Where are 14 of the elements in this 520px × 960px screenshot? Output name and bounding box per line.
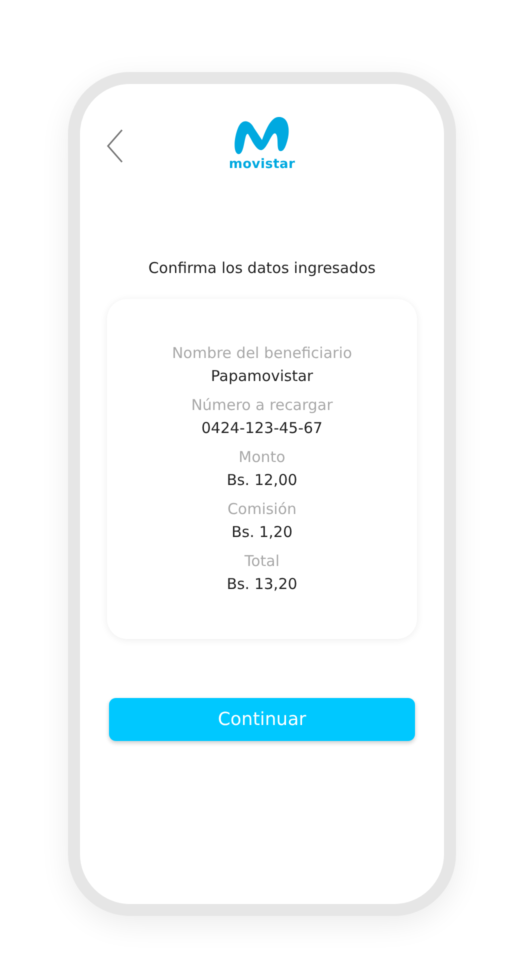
continue-button[interactable]: Continuar	[109, 698, 415, 741]
page-title: Confirma los datos ingresados	[148, 259, 376, 277]
logo-wordmark: movistar	[228, 158, 296, 172]
detail-value: Bs. 13,20	[226, 574, 298, 595]
detail-label: Monto	[238, 447, 286, 467]
detail-label: Comisión	[227, 499, 297, 519]
detail-label: Nombre del beneficiario	[172, 343, 352, 363]
back-icon[interactable]	[106, 129, 124, 163]
detail-label: Número a recargar	[191, 395, 333, 415]
detail-value: Bs. 1,20	[231, 522, 293, 543]
detail-value: 0424-123-45-67	[201, 418, 323, 439]
detail-value: Bs. 12,00	[226, 470, 298, 491]
detail-value: Papamovistar	[210, 366, 314, 387]
detail-label: Total	[244, 551, 280, 571]
